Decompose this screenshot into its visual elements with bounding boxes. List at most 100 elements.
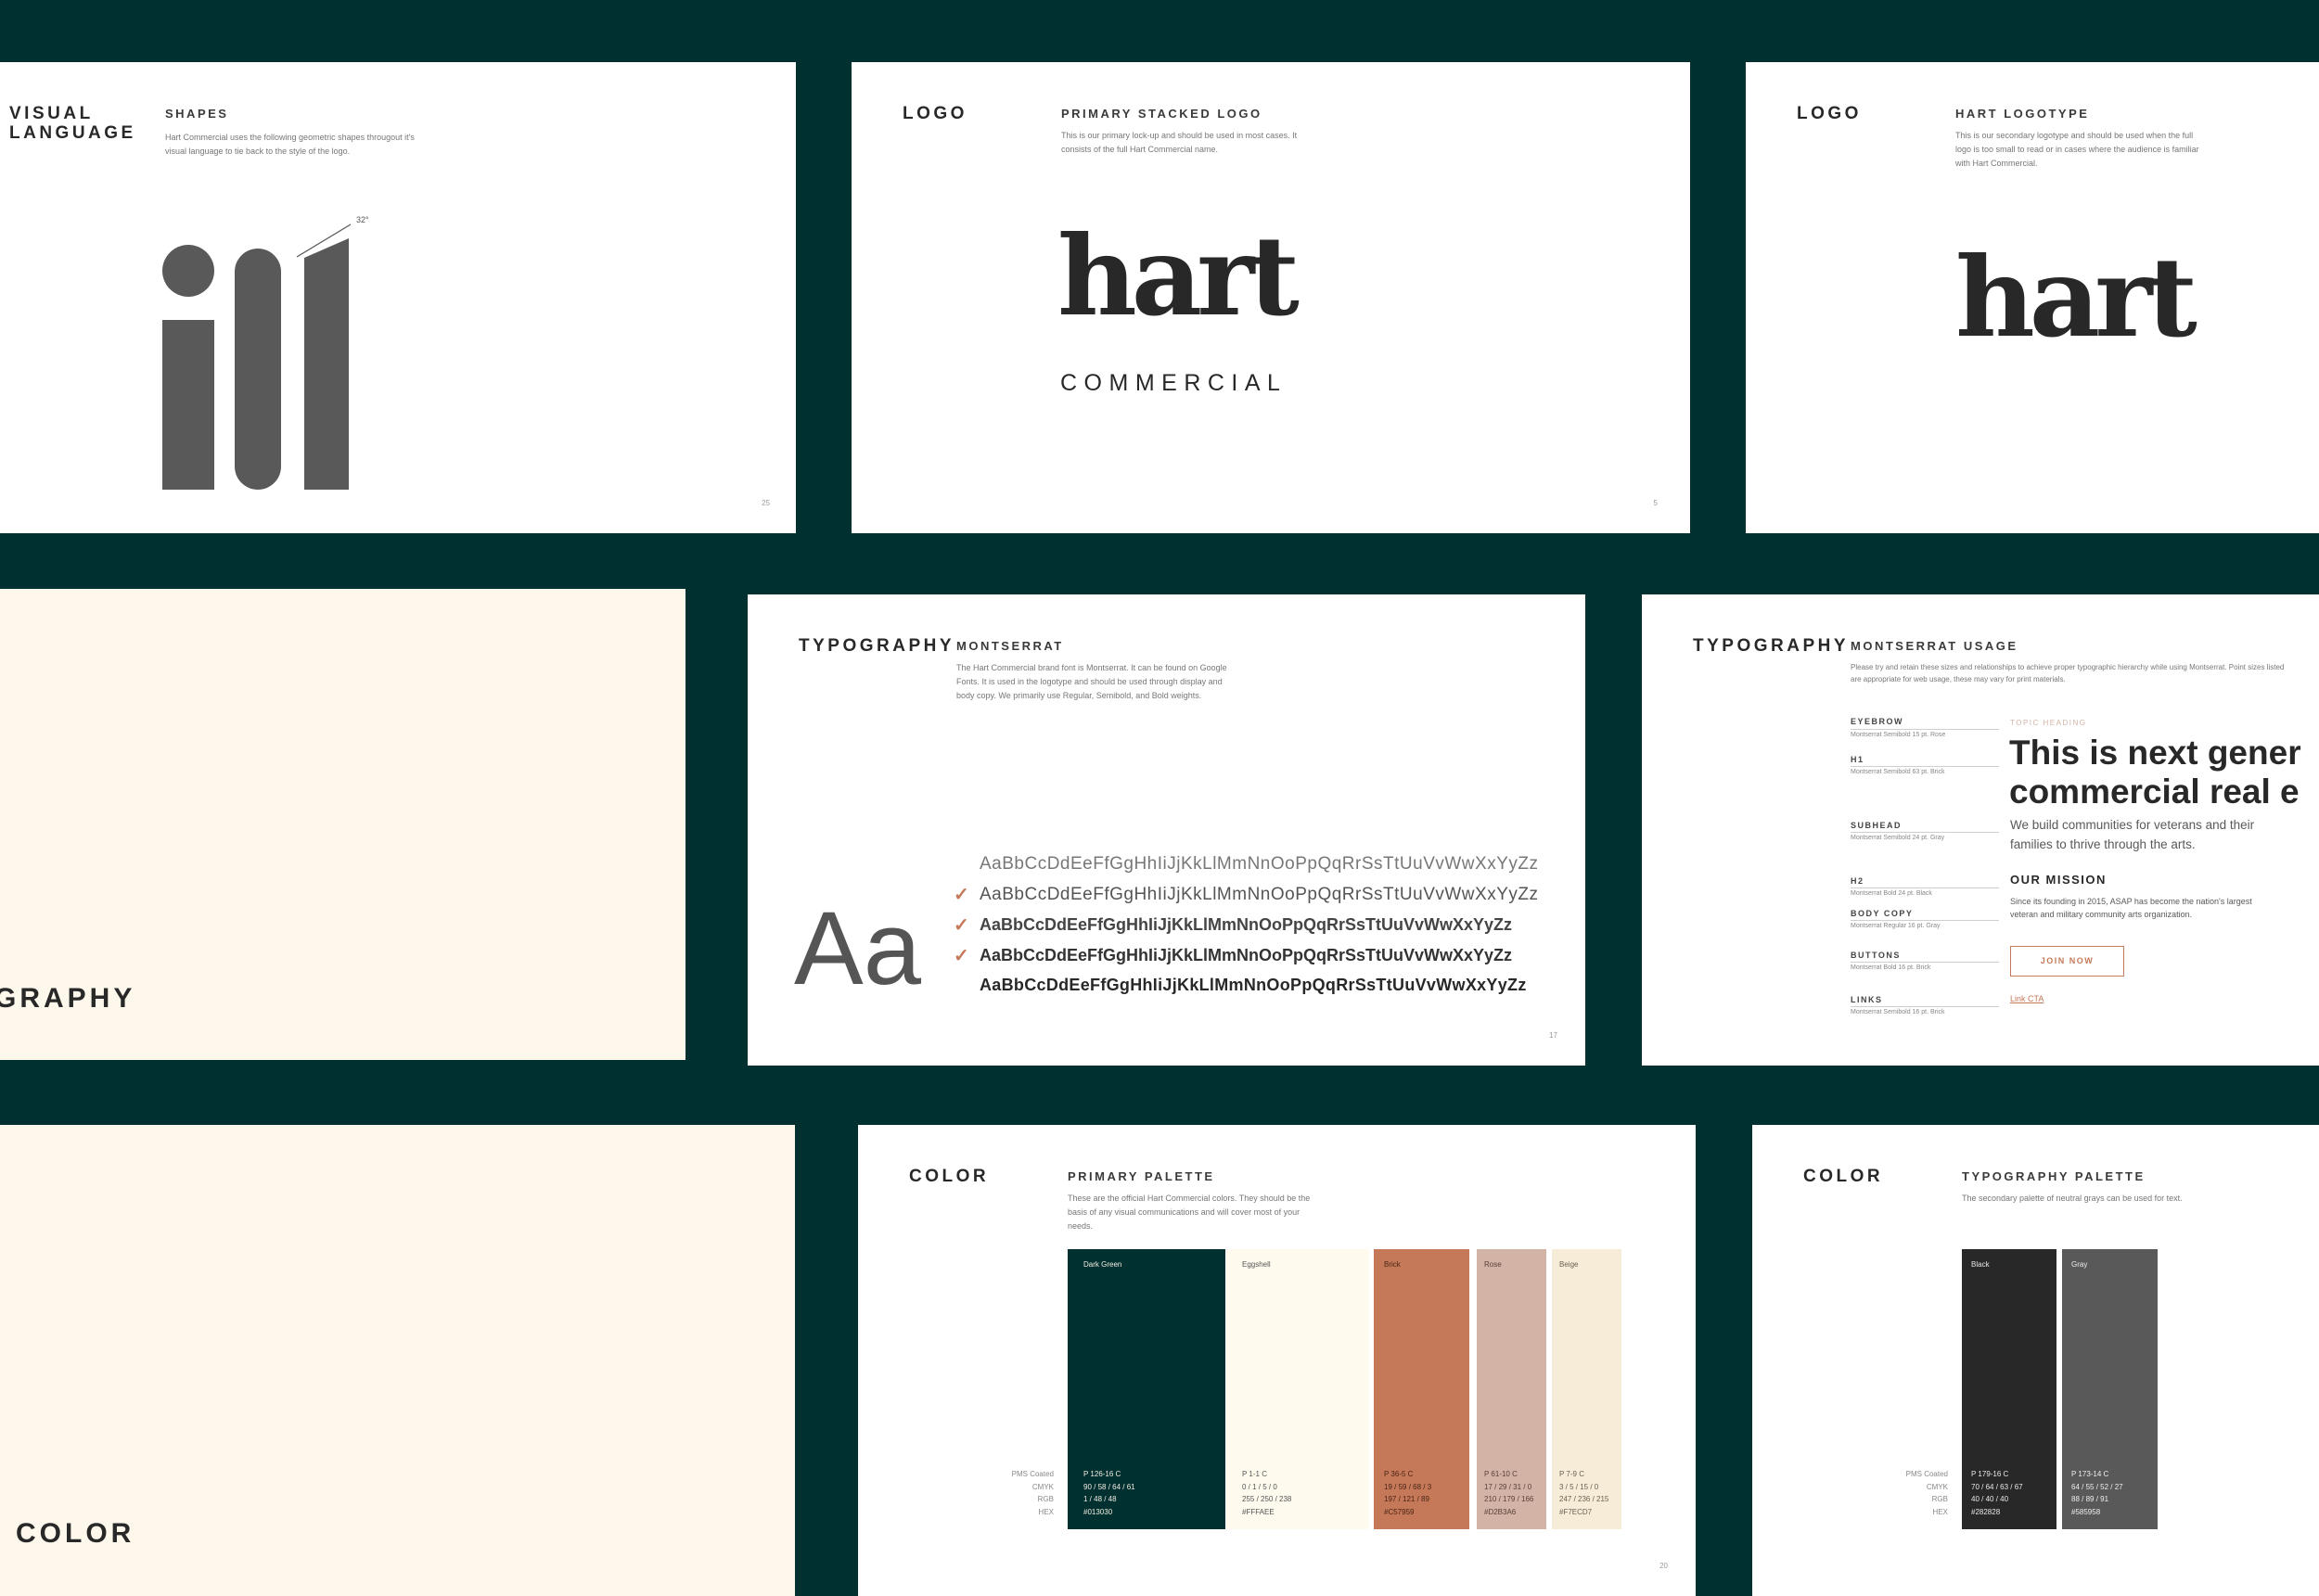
join-now-button[interactable]: JOIN NOW — [2010, 946, 2124, 977]
commercial-tagline: COMMERCIAL — [1060, 370, 1288, 396]
h1-line: commercial real e — [2009, 772, 2300, 811]
swatch-name: Brick — [1384, 1260, 1401, 1269]
swatch-beige[interactable]: Beige P 7-9 C 3 / 5 / 15 / 0 247 / 236 /… — [1552, 1249, 1621, 1529]
visual-language-card[interactable]: VISUAL LANGUAGE SHAPES Hart Commercial u… — [0, 62, 796, 533]
swatch-value: 210 / 179 / 166 — [1484, 1495, 1534, 1503]
page-number: 17 — [1549, 1031, 1557, 1040]
swatch-value: 0 / 1 / 5 / 0 — [1242, 1482, 1277, 1491]
section-title: TYPOGRAPHY — [1693, 636, 1850, 656]
primary-stacked-logo-card[interactable]: LOGO PRIMARY STACKED LOGO This is our pr… — [852, 62, 1690, 533]
row-label: PMS Coated — [1011, 1470, 1054, 1478]
swatch-value: P 7-9 C — [1559, 1470, 1584, 1478]
check-icon: ✓ — [954, 946, 969, 966]
swatch-value: #FFFAEE — [1242, 1507, 1275, 1516]
spec-label: BODY COPY — [1851, 909, 1914, 918]
swatch-gray[interactable]: Gray P 173-14 C 64 / 55 / 52 / 27 88 / 8… — [2062, 1249, 2158, 1529]
swatch-value: 1 / 48 / 48 — [1083, 1495, 1117, 1503]
spec-note: Montserrat Semibold 24 pt. Gray — [1851, 835, 1945, 841]
swatch-value: 70 / 64 / 63 / 67 — [1971, 1482, 2023, 1491]
eyebrow-example: TOPIC HEADING — [2010, 719, 2087, 727]
swatch-rose[interactable]: Rose P 61-10 C 17 / 29 / 31 / 0 210 / 17… — [1477, 1249, 1546, 1529]
typography-palette-card[interactable]: COLOR TYPOGRAPHY PALETTE The secondary p… — [1752, 1125, 2319, 1596]
swatch-dark-green[interactable]: Dark Green P 126-16 C 90 / 58 / 64 / 61 … — [1068, 1249, 1225, 1529]
swatch-eggshell[interactable]: Eggshell P 1-1 C 0 / 1 / 5 / 0 255 / 250… — [1226, 1249, 1369, 1529]
alphabet-regular: AaBbCcDdEeFfGgHhIiJjKkLlMmNnOoPpQqRrSsTt… — [980, 885, 1539, 904]
swatch-name: Eggshell — [1242, 1260, 1271, 1269]
check-icon: ✓ — [954, 915, 969, 936]
spec-label: BUTTONS — [1851, 951, 1901, 960]
divider — [1851, 962, 1999, 963]
primary-palette-card[interactable]: COLOR PRIMARY PALETTE These are the offi… — [858, 1125, 1696, 1596]
row-label: CMYK — [1926, 1482, 1948, 1491]
swatch-value: 64 / 55 / 52 / 27 — [2071, 1482, 2123, 1491]
geometric-shapes-illustration — [162, 223, 352, 490]
swatch-name: Rose — [1484, 1260, 1502, 1269]
alphabet-semibold: AaBbCcDdEeFfGgHhIiJjKkLlMmNnOoPpQqRrSsTt… — [980, 915, 1513, 934]
page-subtitle: HART LOGOTYPE — [1955, 107, 2090, 121]
sample-glyph: Aa — [794, 890, 921, 1006]
section-title: COLOR — [909, 1167, 990, 1186]
hart-logotype-card[interactable]: LOGO HART LOGOTYPE This is our secondary… — [1746, 62, 2319, 533]
description: Please try and retain these sizes and re… — [1851, 663, 2285, 683]
swatch-value: #D2B3A6 — [1484, 1507, 1517, 1516]
body-example: Since its founding in 2015, ASAP has bec… — [2010, 897, 2252, 919]
link-cta[interactable]: Link CTA — [2010, 994, 2044, 1003]
divider — [1851, 887, 1999, 888]
swatch-value: #C57959 — [1384, 1507, 1415, 1516]
swatch-values: P 173-14 C 64 / 55 / 52 / 27 88 / 89 / 9… — [2071, 1468, 2123, 1518]
angled-shape — [304, 238, 349, 490]
color-cover-card[interactable]: COLOR — [0, 1125, 795, 1596]
row-label: HEX — [1932, 1507, 1948, 1516]
divider — [1851, 766, 1999, 767]
spec-note: Montserrat Regular 16 pt. Gray — [1851, 923, 1941, 929]
h2-example: OUR MISSION — [2010, 873, 2107, 887]
swatch-value: #585958 — [2071, 1507, 2101, 1516]
swatch-value: 255 / 250 / 238 — [1242, 1495, 1292, 1503]
spec-note: Montserrat Semibold 15 pt. Rose — [1851, 732, 1946, 738]
swatch-name: Black — [1971, 1260, 1990, 1269]
swatch-values: P 61-10 C 17 / 29 / 31 / 0 210 / 179 / 1… — [1484, 1468, 1533, 1518]
swatch-value: #F7ECD7 — [1559, 1507, 1593, 1516]
h1-line: This is next gener — [2009, 734, 2301, 772]
row-label: HEX — [1038, 1507, 1054, 1516]
spec-label: H1 — [1851, 755, 1864, 764]
description: This is our primary lock-up and should b… — [1061, 131, 1298, 154]
cover-title: COLOR — [16, 1518, 135, 1549]
page-number: 20 — [1659, 1562, 1668, 1570]
swatch-value: P 173-14 C — [2071, 1470, 2109, 1478]
swatch-value: 197 / 121 / 89 — [1384, 1495, 1429, 1503]
typography-cover-card[interactable]: GRAPHY — [0, 589, 685, 1060]
swatch-name: Gray — [2071, 1260, 2088, 1269]
page-number: 25 — [762, 499, 770, 507]
swatch-values: P 36-5 C 19 / 59 / 68 / 3 197 / 121 / 89… — [1384, 1468, 1431, 1518]
swatch-value: 247 / 236 / 215 — [1559, 1495, 1609, 1503]
page-subtitle: PRIMARY PALETTE — [1068, 1169, 1215, 1183]
swatch-values: P 179-16 C 70 / 64 / 63 / 67 40 / 40 / 4… — [1971, 1468, 2023, 1518]
spec-note: Montserrat Semibold 63 pt. Brick — [1851, 769, 1945, 775]
swatch-value: #282828 — [1971, 1507, 2001, 1516]
swatch-value: P 1-1 C — [1242, 1470, 1267, 1478]
swatch-value: 90 / 58 / 64 / 61 — [1083, 1482, 1135, 1491]
row-label: RGB — [1931, 1495, 1948, 1503]
swatch-value: P 61-10 C — [1484, 1470, 1518, 1478]
swatch-name: Dark Green — [1083, 1260, 1122, 1269]
pill-shape — [235, 249, 281, 490]
swatch-name: Beige — [1559, 1260, 1579, 1269]
divider — [1851, 832, 1999, 833]
description: The Hart Commercial brand font is Montse… — [956, 663, 1227, 700]
spec-label: LINKS — [1851, 995, 1883, 1004]
spec-label: EYEBROW — [1851, 717, 1904, 726]
montserrat-usage-card[interactable]: TYPOGRAPHY MONTSERRAT USAGE Please try a… — [1642, 594, 2319, 1066]
swatch-brick[interactable]: Brick P 36-5 C 19 / 59 / 68 / 3 197 / 12… — [1374, 1249, 1469, 1529]
check-icon: ✓ — [954, 885, 969, 905]
h1-example: This is next gener commercial real e — [2009, 734, 2301, 811]
swatch-value: 40 / 40 / 40 — [1971, 1495, 2009, 1503]
montserrat-card[interactable]: TYPOGRAPHY MONTSERRAT The Hart Commercia… — [748, 594, 1585, 1066]
swatch-values: P 126-16 C 90 / 58 / 64 / 61 1 / 48 / 48… — [1083, 1468, 1135, 1518]
cover-title: GRAPHY — [0, 983, 136, 1014]
section-title: LOGO — [903, 104, 967, 123]
spec-note: Montserrat Bold 16 pt. Brick — [1851, 964, 1931, 971]
swatch-black[interactable]: Black P 179-16 C 70 / 64 / 63 / 67 40 / … — [1962, 1249, 2056, 1529]
row-label: RGB — [1037, 1495, 1054, 1503]
divider — [1851, 729, 1999, 730]
